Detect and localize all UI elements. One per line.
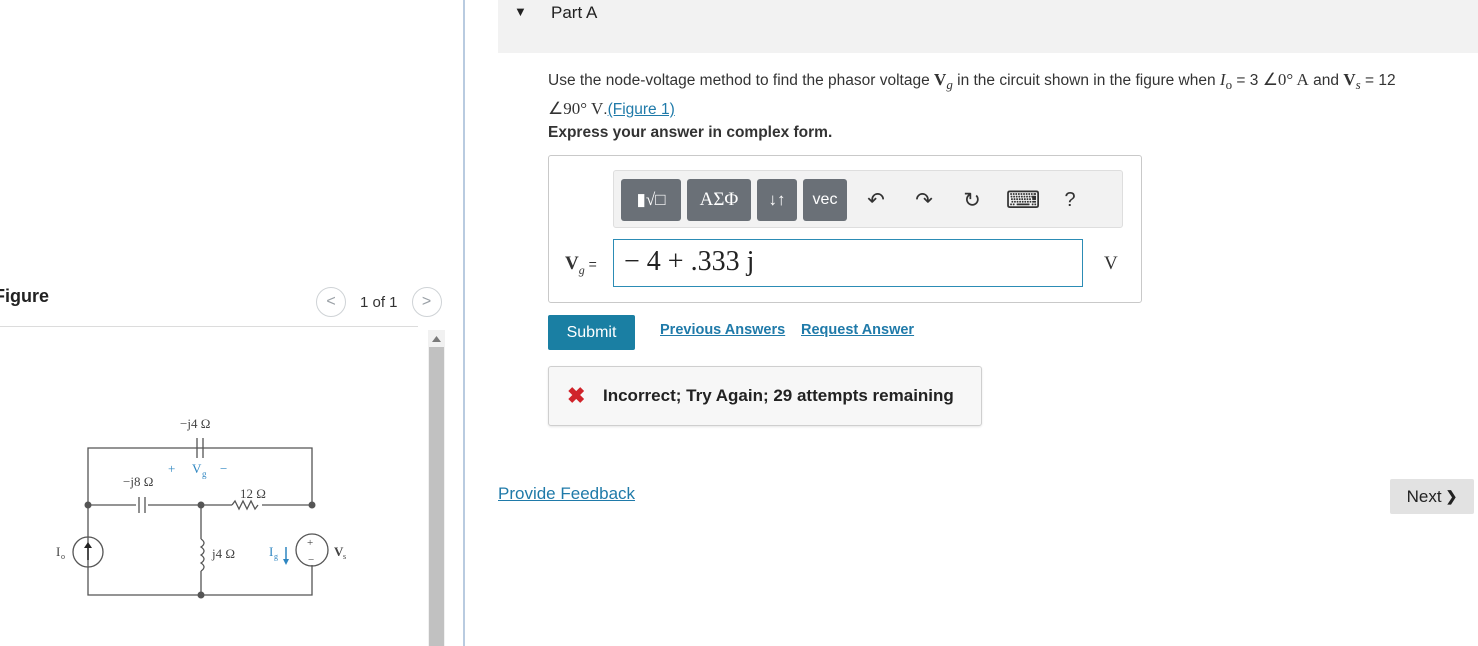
previous-answers-link[interactable]: Previous Answers [660,322,785,338]
answer-label-symbol: V [565,253,579,274]
io-value: ∠0° A [1262,70,1309,89]
pager-prev-button[interactable]: < [316,287,346,317]
figure-scrollbar[interactable] [428,330,445,646]
vg-sub-label: g [202,469,207,479]
answer-label: Vg = [565,253,597,278]
question-text-2: in the circuit shown in the figure when [952,72,1220,89]
ig-label: I [269,544,273,559]
ind-label: j4 Ω [211,546,235,561]
next-button[interactable]: Next ❯ [1390,479,1474,514]
vs-value: ∠90° V [548,99,604,119]
question-text-1: Use the node-voltage method to find the … [548,72,935,89]
io-sub-label: o [61,552,65,561]
part-header[interactable]: ▼ Part A [498,0,1478,53]
answer-label-equals: = [584,256,597,272]
vg-minus-label: − [220,461,227,476]
vs-sub-label: s [343,552,346,561]
vs-symbol: V [1343,70,1356,89]
request-answer-link[interactable]: Request Answer [801,322,914,338]
circuit-diagram: −j4 Ω + V g − −j8 Ω 12 Ω j4 Ω I o I g + … [56,416,346,599]
provide-feedback-link[interactable]: Provide Feedback [498,484,635,504]
vg-symbol: V [934,70,947,89]
greek-button[interactable]: ΑΣΦ [687,179,751,221]
question-text-5: = 12 [1360,72,1396,89]
vg-plus-label: + [168,461,175,476]
undo-icon[interactable]: ↶ [862,185,890,215]
figure-divider [0,326,418,327]
figure-panel: Figure < 1 of 1 > [0,0,464,646]
cap-left-label: −j8 Ω [123,474,153,489]
templates-icon: ▮√□ [636,190,666,209]
panel-divider [463,0,465,646]
help-icon[interactable]: ? [1056,185,1084,215]
answer-unit: V [1104,253,1118,274]
chevron-right-icon: > [421,293,432,310]
vs-minus-label: − [308,554,314,566]
instruction-text: Express your answer in complex form. [548,124,833,141]
submit-button[interactable]: Submit [548,315,635,350]
greek-icon: ΑΣΦ [699,189,739,210]
part-title: Part A [551,3,598,22]
answer-input[interactable]: − 4 + .333 j [613,239,1083,287]
arrows-icon: ↓↑ [768,190,786,209]
question-text: Use the node-voltage method to find the … [548,68,1473,122]
scroll-up-arrow-icon[interactable] [428,330,445,347]
pager-count: 1 of 1 [360,293,398,311]
figure-link[interactable]: (Figure 1) [608,101,675,118]
arrows-button[interactable]: ↓↑ [757,179,797,221]
question-text-4: and [1308,72,1344,89]
math-toolbar: ▮√□ ΑΣΦ ↓↑ vec ↶ ↷ ↻ ⌨ ? [613,170,1123,228]
scroll-thumb[interactable] [429,347,444,646]
feedback-text: Incorrect; Try Again; 29 attempts remain… [603,386,954,405]
figure-pager: < 1 of 1 > [316,287,442,317]
io-label: I [56,544,60,559]
vec-button[interactable]: vec [803,179,847,221]
feedback-message: ✖ Incorrect; Try Again; 29 attempts rema… [548,366,982,426]
cap-top-label: −j4 Ω [180,416,210,431]
figure-title: Figure [0,286,50,306]
chevron-right-icon: ❯ [1445,488,1458,504]
templates-button[interactable]: ▮√□ [621,179,681,221]
pager-next-button[interactable]: > [411,287,442,317]
answer-box: ▮√□ ΑΣΦ ↓↑ vec ↶ ↷ ↻ ⌨ ? Vg = − 4 + .333… [548,155,1142,303]
question-text-3: = 3 [1232,72,1263,89]
reset-icon[interactable]: ↻ [958,185,986,215]
ig-sub-label: g [274,552,278,561]
error-x-icon: ✖ [567,383,586,408]
vs-plus-label: + [307,537,313,549]
redo-icon[interactable]: ↷ [910,185,938,215]
chevron-left-icon: < [326,293,336,310]
vg-label: V [192,461,202,476]
keyboard-icon[interactable]: ⌨ [1006,185,1041,215]
caret-down-icon[interactable]: ▼ [514,4,527,19]
res-label: 12 Ω [240,486,266,501]
next-label: Next [1406,486,1442,506]
vec-label: vec [812,191,838,208]
